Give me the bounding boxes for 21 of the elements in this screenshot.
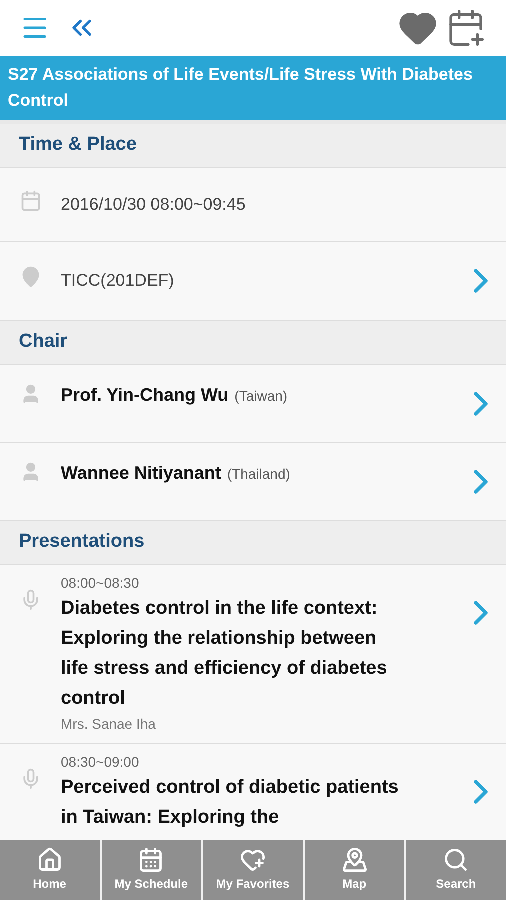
section-title: Presentations xyxy=(19,530,145,554)
talk-title: Perceived control of diabetic patients in Taiwan: Exploring the xyxy=(61,776,400,830)
detail-text: 2016/10/30 08:00~09:45 xyxy=(61,194,246,214)
map-pin-icon xyxy=(342,847,368,873)
section-title: Time & Place xyxy=(19,133,137,158)
talk-time: 08:30~09:00 xyxy=(61,753,140,772)
chair-country: (Thailand) xyxy=(227,465,290,484)
chair-country: (Taiwan) xyxy=(234,387,288,406)
session-title: S27 Associations of Life Events/Life Stress With Diabetes Control xyxy=(8,65,473,110)
home-icon xyxy=(36,847,63,873)
chair-name: Prof. Yin-Chang Wu xyxy=(61,384,229,407)
calendar-icon xyxy=(138,847,164,873)
calendar-icon xyxy=(20,190,42,212)
speaker-name: Mrs. Sanae Iha xyxy=(61,715,157,734)
heart-plus-icon xyxy=(240,847,266,873)
search-icon xyxy=(443,847,470,873)
talk-time: 08:00~08:30 xyxy=(61,574,140,593)
section-title: Chair xyxy=(19,330,68,354)
chair-name: Wannee Nitiyanant xyxy=(61,462,222,485)
detail-text: TICC(201DEF) xyxy=(61,271,174,290)
talk-title: Diabetes control in the life context: Exploring the relationship between life stress and efficiency of diabetes control xyxy=(61,597,388,711)
